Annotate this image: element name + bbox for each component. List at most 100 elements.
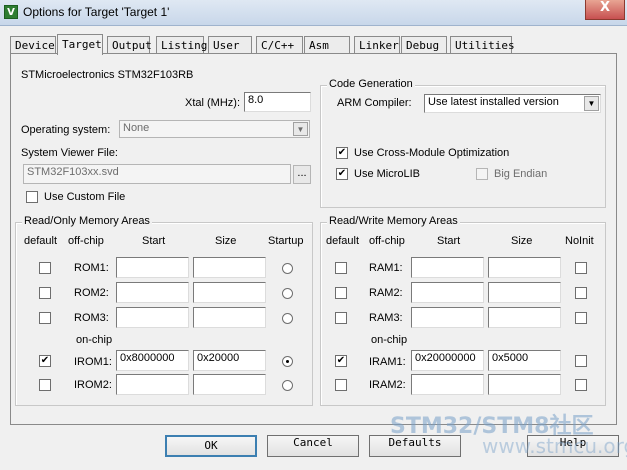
tab-utilities[interactable]: Utilities [450,36,515,54]
use-custom-file-checkbox[interactable] [26,191,38,203]
rom1-startup-radio[interactable] [282,263,293,274]
arm-compiler-select[interactable]: Use latest installed version ▼ [424,94,601,113]
watermark-url: www.stmcu.org [482,434,627,458]
rom-group-title: Read/Only Memory Areas [22,215,152,227]
ram1-size-input[interactable] [488,257,561,278]
os-label: Operating system: [21,124,111,136]
ram2-size-input[interactable] [488,282,561,303]
ram1-start-input[interactable] [411,257,484,278]
iram2-default-checkbox[interactable] [335,379,347,391]
xtal-label: Xtal (MHz): [185,97,240,109]
irom2-label: IROM2: [74,379,112,391]
arm-compiler-value: Use latest installed version [428,96,559,108]
iram1-default-checkbox[interactable]: ✔ [335,355,347,367]
irom2-startup-radio[interactable] [282,380,293,391]
rom-header-offchip: off-chip [68,235,104,247]
rom1-default-checkbox[interactable] [39,262,51,274]
rom-header-startup: Startup [268,235,304,247]
rom1-size-input[interactable] [193,257,266,278]
rom2-start-input[interactable] [116,282,189,303]
svf-input[interactable]: STM32F103xx.svd [23,164,291,184]
arm-compiler-label: ARM Compiler: [337,97,412,109]
irom2-default-checkbox[interactable] [39,379,51,391]
microlib-label: Use MicroLIB [354,168,421,180]
iram2-noinit-checkbox[interactable] [575,379,587,391]
close-button[interactable]: X [585,0,625,20]
iram2-label: IRAM2: [369,379,406,391]
big-endian-checkbox[interactable] [476,168,488,180]
rom1-start-input[interactable] [116,257,189,278]
code-generation-title: Code Generation [327,78,415,90]
rom-onchip-label: on-chip [76,334,113,346]
tab-target[interactable]: Target [57,34,103,55]
os-select-value: None [123,122,150,134]
rom-header-size: Size [215,235,237,247]
tab-user[interactable]: User [208,36,252,54]
tab-c-cpp[interactable]: C/C++ [256,36,303,54]
code-generation-group: Code Generation ARM Compiler: Use latest… [320,78,606,208]
irom1-default-checkbox[interactable]: ✔ [39,355,51,367]
iram2-size-input[interactable] [488,374,561,395]
ram-header-offchip: off-chip [369,235,405,247]
ram-onchip-label: on-chip [371,334,408,346]
iram1-noinit-checkbox[interactable] [575,355,587,367]
rom1-label: ROM1: [74,262,109,274]
irom2-size-input[interactable] [193,374,266,395]
window-title: Options for Target 'Target 1' [23,5,170,19]
cross-module-checkbox[interactable]: ✔ [336,147,348,159]
rom3-start-input[interactable] [116,307,189,328]
ram2-start-input[interactable] [411,282,484,303]
os-select[interactable]: None ▼ [119,120,310,138]
rom3-label: ROM3: [74,312,109,324]
rom3-startup-radio[interactable] [282,313,293,324]
ram-group-title: Read/Write Memory Areas [327,215,460,227]
ram3-size-input[interactable] [488,307,561,328]
ram3-start-input[interactable] [411,307,484,328]
tab-linker[interactable]: Linker [354,36,400,54]
rom2-default-checkbox[interactable] [39,287,51,299]
rom-header-default: default [24,235,58,247]
ram-header-default: default [326,235,360,247]
rom3-size-input[interactable] [193,307,266,328]
irom2-start-input[interactable] [116,374,189,395]
rom2-size-input[interactable] [193,282,266,303]
tab-debug[interactable]: Debug [401,36,447,54]
ram1-default-checkbox[interactable] [335,262,347,274]
irom1-label: IROM1: [74,356,112,368]
iram1-size-input[interactable]: 0x5000 [488,350,561,371]
ram3-noinit-checkbox[interactable] [575,312,587,324]
ram3-default-checkbox[interactable] [335,312,347,324]
rom2-label: ROM2: [74,287,109,299]
rom-header-start: Start [142,235,166,247]
svf-label: System Viewer File: [21,147,118,159]
tab-device[interactable]: Device [10,36,56,54]
iram1-label: IRAM1: [369,356,406,368]
title-bar: V Options for Target 'Target 1' X [0,0,627,26]
tab-asm[interactable]: Asm [304,36,350,54]
svf-browse-button[interactable]: ... [293,165,311,184]
microlib-checkbox[interactable]: ✔ [336,168,348,180]
irom1-size-input[interactable]: 0x20000 [193,350,266,371]
iram2-start-input[interactable] [411,374,484,395]
ram2-default-checkbox[interactable] [335,287,347,299]
ram1-noinit-checkbox[interactable] [575,262,587,274]
rom3-default-checkbox[interactable] [39,312,51,324]
iram1-start-input[interactable]: 0x20000000 [411,350,484,371]
ram2-noinit-checkbox[interactable] [575,287,587,299]
irom1-start-input[interactable]: 0x8000000 [116,350,189,371]
ram-header-noinit: NoInit [565,235,594,247]
xtal-input[interactable]: 8.0 [244,92,311,112]
chevron-down-icon: ▼ [293,122,308,136]
ram-header-size: Size [511,235,533,247]
rom2-startup-radio[interactable] [282,288,293,299]
tab-output[interactable]: Output [107,36,152,54]
cancel-button[interactable]: Cancel [267,435,359,457]
keil-app-icon: V [4,5,18,19]
ram1-label: RAM1: [369,262,403,274]
ram2-label: RAM2: [369,287,403,299]
tab-listing[interactable]: Listing [156,36,207,54]
ok-button[interactable]: OK [165,435,257,457]
ram-header-start: Start [437,235,461,247]
big-endian-label: Big Endian [494,168,548,180]
irom1-startup-radio[interactable] [282,356,293,367]
